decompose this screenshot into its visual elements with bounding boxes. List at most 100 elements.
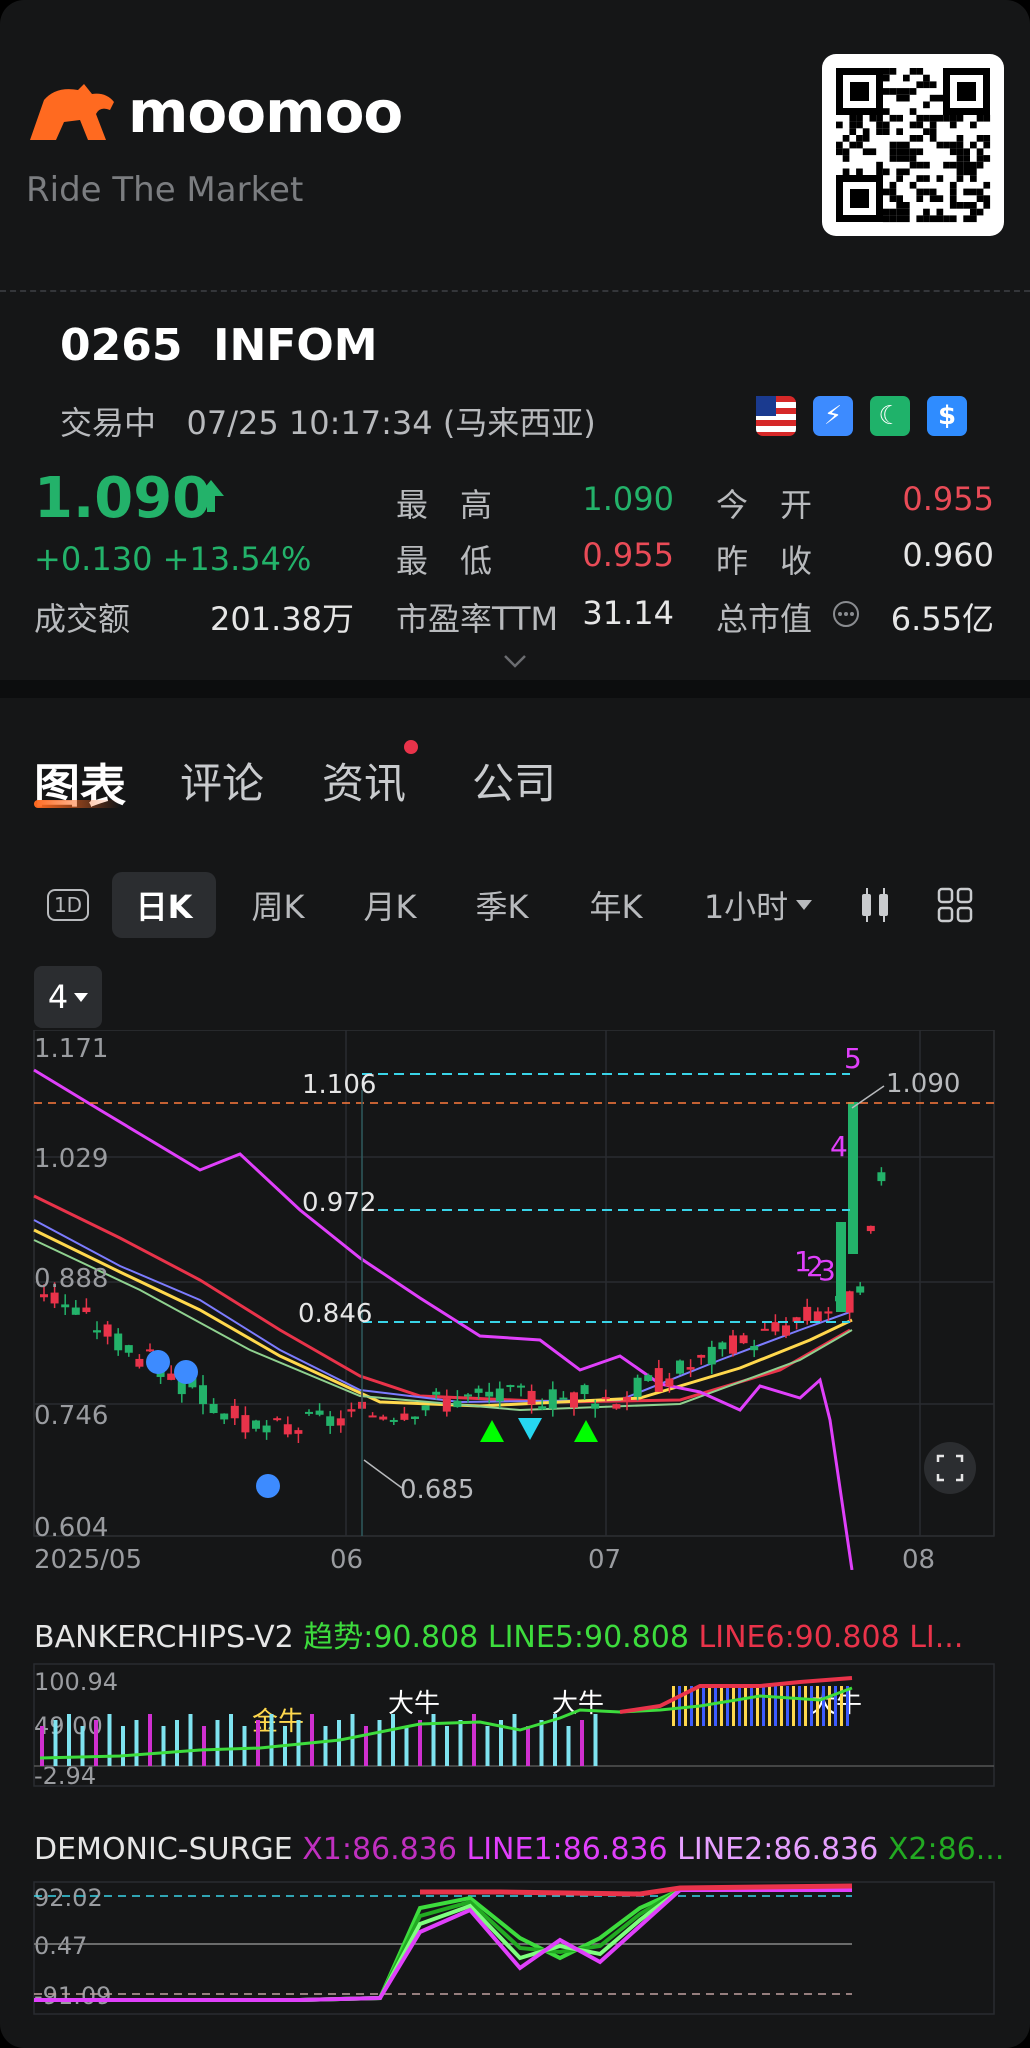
period-dropdown[interactable]: 1小时 [694, 872, 822, 938]
stat-prev-close: 0.960 [902, 536, 994, 574]
price-chart[interactable]: 1.171 1.029 0.888 0.746 0.604 2025/05 06… [0, 1030, 1030, 1570]
qr-module [923, 215, 930, 223]
candle-body [707, 1346, 716, 1365]
count-label: 4 [830, 1130, 848, 1163]
bankerchips-title: BANKERCHIPS-V2 趋势:90.808 LINE5:90.808 LI… [34, 1612, 963, 1656]
period-monthly[interactable]: 月K [346, 872, 434, 938]
dollar-icon[interactable]: $ [927, 396, 967, 436]
qr-module [916, 81, 924, 89]
qr-module [889, 68, 897, 75]
qr-module [970, 215, 977, 223]
candle-type-icon[interactable] [858, 886, 892, 924]
period-weekly[interactable]: 周K [234, 872, 322, 938]
qr-module [916, 215, 924, 223]
qr-module [869, 148, 877, 156]
qr-module [896, 168, 903, 176]
brand-name: moomoo [128, 78, 403, 146]
period-yearly[interactable]: 年K [572, 872, 660, 938]
candle-body [782, 1325, 790, 1336]
qr-module [956, 155, 964, 162]
qr-module [896, 175, 903, 182]
qr-code [822, 54, 1004, 236]
app-screen: moomoo Ride The Market 0265 INFOM 交易中 07… [0, 0, 1030, 2048]
qr-module [862, 135, 870, 142]
malaysia-flag-icon [756, 396, 796, 436]
tab-company[interactable]: 公司 [472, 750, 556, 811]
qr-module [923, 208, 930, 216]
qr-module [903, 88, 910, 95]
stat-label: 最 低 [396, 542, 493, 580]
indicator-count-select[interactable]: 4 [34, 966, 102, 1028]
candle-body [442, 1398, 451, 1412]
qr-module [909, 181, 917, 189]
change-value: +0.130 [34, 540, 153, 578]
tab-news[interactable]: 资讯 [322, 750, 406, 811]
qr-module [970, 141, 977, 149]
volume-bar [485, 1726, 490, 1766]
candle-body [368, 1415, 377, 1418]
candle-body [517, 1385, 525, 1388]
low-leader [363, 1459, 403, 1489]
trend-bar [774, 1686, 777, 1726]
qr-finder [957, 82, 976, 101]
last-price-leader [851, 1085, 885, 1109]
qr-module [909, 121, 917, 129]
volume-bar [431, 1714, 436, 1766]
qr-module [889, 88, 897, 95]
grid-layout-icon[interactable] [936, 886, 974, 924]
qr-module [929, 81, 937, 89]
qr-module [862, 128, 870, 135]
volume-bar [256, 1720, 260, 1766]
qr-module [849, 114, 857, 122]
fullscreen-button[interactable] [924, 1442, 976, 1494]
period-1h-label: 1小时 [703, 888, 789, 926]
count-label: 5 [844, 1042, 862, 1075]
qr-module [970, 208, 977, 216]
chevron-down-icon[interactable] [503, 654, 527, 668]
qr-module [976, 208, 984, 216]
candle-body [877, 1172, 886, 1182]
night-trading-icon[interactable]: ☾ [870, 396, 910, 436]
volume-bar [566, 1726, 571, 1766]
tab-comments[interactable]: 评论 [180, 750, 264, 811]
low-label: 0.685 [400, 1475, 474, 1505]
qr-module [882, 108, 890, 115]
period-intraday[interactable]: 1D [46, 872, 90, 938]
trading-status: 交易中 [60, 404, 157, 442]
qr-module [943, 161, 950, 169]
stock-name: INFOM [213, 320, 378, 371]
volume-bar [593, 1714, 598, 1766]
period-quarterly[interactable]: 季K [458, 872, 546, 938]
candle-body [262, 1425, 271, 1433]
candle-body [209, 1403, 218, 1414]
surge-line [34, 1888, 852, 2002]
x-tick: 06 [330, 1545, 363, 1570]
candle-body [50, 1292, 59, 1304]
candle-body [623, 1396, 631, 1401]
trend-bar [726, 1686, 729, 1726]
x-tick: 08 [902, 1545, 935, 1570]
qr-module [896, 202, 903, 209]
candle-body [848, 1102, 858, 1254]
level-label: 1.106 [302, 1070, 376, 1100]
qr-module [882, 208, 890, 216]
volume-bar [323, 1726, 328, 1766]
candle-body [93, 1330, 101, 1333]
bankerchips-chart[interactable]: 100.94 49.00 -2.94 金牛 大牛 大牛 大牛 [0, 1660, 1030, 1790]
volume-bar [134, 1720, 139, 1766]
qr-finder [850, 189, 869, 208]
last-price: 1.090 [34, 466, 212, 531]
stat-open: 0.955 [902, 480, 994, 518]
candle-body [124, 1345, 133, 1353]
trend-bar [804, 1686, 807, 1726]
indicator-value: X2:86... [887, 1832, 1005, 1867]
period-daily[interactable]: 日K [112, 872, 216, 938]
x-tick: 2025/05 [34, 1545, 142, 1570]
more-info-icon[interactable] [832, 600, 860, 628]
stock-code: 0265 [60, 320, 183, 371]
level2-icon[interactable]: ⚡ [813, 396, 853, 436]
volume-bar [337, 1720, 341, 1766]
qr-module [856, 141, 863, 149]
qr-module [976, 114, 984, 122]
demonic-surge-chart[interactable]: 92.02 0.47 -91.09 [0, 1878, 1030, 2018]
